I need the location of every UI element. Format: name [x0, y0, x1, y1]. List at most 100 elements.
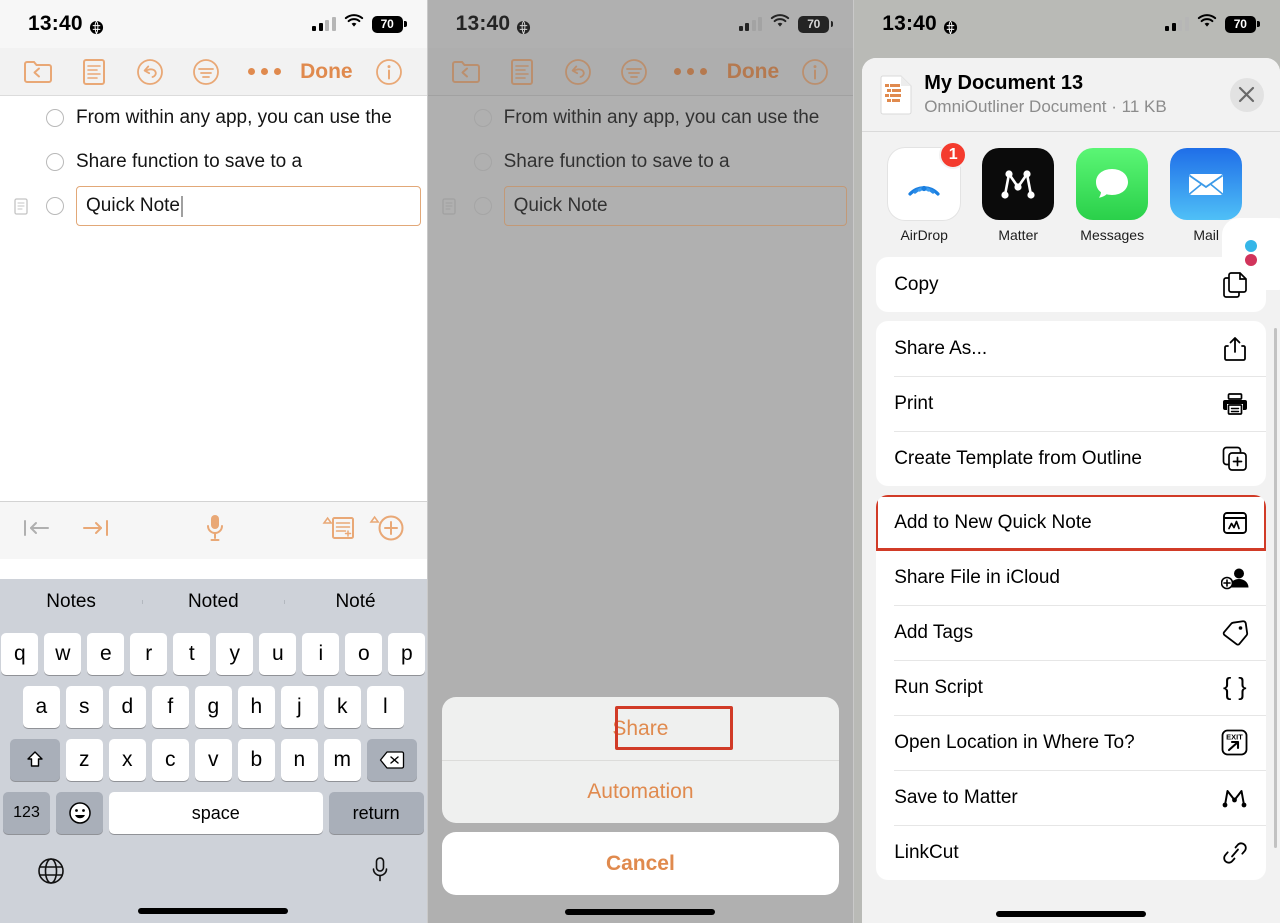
numbers-key[interactable]: 123: [3, 792, 50, 834]
microphone-icon[interactable]: [203, 512, 227, 549]
row-text-input[interactable]: Quick Note: [76, 186, 421, 226]
share-row-add-tags[interactable]: Add Tags: [876, 605, 1266, 660]
key-q[interactable]: q: [1, 633, 39, 675]
key-d[interactable]: d: [108, 686, 146, 728]
prediction-1[interactable]: Noted: [142, 591, 284, 613]
row-bullet[interactable]: [462, 109, 504, 127]
share-app-airdrop[interactable]: 1 AirDrop: [888, 141, 968, 243]
info-button[interactable]: [787, 52, 843, 92]
style-filter-button[interactable]: [178, 52, 234, 92]
globe-icon[interactable]: [36, 856, 66, 891]
row-text-input[interactable]: Quick Note: [503, 186, 848, 226]
share-app-messages[interactable]: Messages: [1076, 148, 1149, 243]
key-r[interactable]: r: [130, 633, 168, 675]
key-a[interactable]: a: [22, 686, 60, 728]
key-z[interactable]: z: [65, 739, 103, 781]
key-w[interactable]: w: [44, 633, 82, 675]
return-key[interactable]: return: [328, 792, 424, 834]
more-actions-button[interactable]: [663, 58, 719, 86]
key-h[interactable]: h: [237, 686, 275, 728]
scrollbar-thumb[interactable]: [1273, 328, 1277, 848]
key-b[interactable]: b: [237, 739, 275, 781]
outline-row-1[interactable]: From within any app, you can use the: [428, 96, 854, 140]
key-k[interactable]: k: [323, 686, 361, 728]
key-g[interactable]: g: [194, 686, 232, 728]
key-f[interactable]: f: [151, 686, 189, 728]
style-filter-button[interactable]: [606, 52, 662, 92]
share-row-create-template[interactable]: Create Template from Outline: [876, 431, 1266, 486]
emoji-icon[interactable]: [56, 792, 103, 834]
share-row-add-to-new-quick-note[interactable]: Add to New Quick Note: [876, 495, 1266, 550]
add-note-icon[interactable]: [321, 514, 355, 547]
share-sheet-group-1: Copy: [876, 257, 1266, 312]
outline-row-2[interactable]: Share function to save to a: [0, 140, 427, 184]
key-t[interactable]: t: [173, 633, 211, 675]
action-automation-button[interactable]: Automation: [441, 760, 840, 823]
row-bullet[interactable]: [34, 109, 76, 127]
key-j[interactable]: j: [280, 686, 318, 728]
key-m[interactable]: m: [323, 739, 361, 781]
action-share-button[interactable]: Share: [442, 697, 840, 760]
close-icon[interactable]: [1229, 77, 1264, 112]
microphone-icon[interactable]: [369, 856, 391, 891]
key-l[interactable]: l: [366, 686, 404, 728]
share-row-linkcut[interactable]: LinkCut: [876, 825, 1266, 880]
done-button[interactable]: Done: [719, 60, 788, 84]
key-u[interactable]: u: [259, 633, 297, 675]
done-button[interactable]: Done: [292, 60, 361, 84]
outline-row-1[interactable]: From within any app, you can use the: [0, 96, 427, 140]
outline-row-3-editing[interactable]: Quick Note: [428, 184, 848, 228]
share-row-run-script[interactable]: Run Script { }: [876, 660, 1266, 715]
row-note-handle-icon[interactable]: [436, 197, 462, 215]
key-c[interactable]: c: [151, 739, 189, 781]
matter-icon: [982, 148, 1055, 220]
share-app-matter[interactable]: Matter: [982, 148, 1055, 243]
action-cancel-button[interactable]: Cancel: [441, 832, 840, 895]
share-row-print[interactable]: Print: [876, 376, 1266, 431]
document-outline-button[interactable]: [66, 52, 122, 92]
key-x[interactable]: x: [108, 739, 146, 781]
space-key[interactable]: space: [109, 792, 323, 834]
outdent-icon[interactable]: [22, 517, 52, 544]
row-note-handle-icon[interactable]: [8, 197, 34, 215]
back-to-documents-button[interactable]: [438, 52, 494, 92]
panel-outline-editor: 13:40 70 Done From within any app, you c…: [0, 0, 427, 923]
share-row-share-file-in-icloud[interactable]: Share File in iCloud: [876, 550, 1266, 605]
home-indicator[interactable]: [995, 911, 1146, 917]
add-row-plus-icon[interactable]: [369, 513, 405, 548]
key-o[interactable]: o: [345, 633, 383, 675]
info-button[interactable]: [361, 52, 417, 92]
key-p[interactable]: p: [388, 633, 426, 675]
outline-row-3-editing[interactable]: Quick Note: [0, 184, 421, 228]
key-y[interactable]: y: [216, 633, 254, 675]
key-i[interactable]: i: [302, 633, 340, 675]
prediction-0[interactable]: Notes: [0, 591, 142, 613]
share-row-copy[interactable]: Copy: [876, 257, 1266, 312]
document-outline-button[interactable]: [494, 52, 550, 92]
prediction-2[interactable]: Noté: [284, 591, 426, 613]
row-bullet[interactable]: [462, 197, 504, 215]
share-row-open-location-in-where-to[interactable]: Open Location in Where To? EXIT: [876, 715, 1266, 770]
row-bullet[interactable]: [34, 197, 76, 215]
backspace-icon[interactable]: [366, 739, 417, 781]
key-e[interactable]: e: [87, 633, 125, 675]
back-to-documents-button[interactable]: [10, 52, 66, 92]
more-actions-button[interactable]: [236, 58, 292, 86]
home-indicator[interactable]: [138, 908, 289, 914]
accessory-middle-group: [110, 512, 321, 549]
key-v[interactable]: v: [194, 739, 232, 781]
share-row-save-to-matter[interactable]: Save to Matter: [876, 770, 1266, 825]
key-n[interactable]: n: [280, 739, 318, 781]
undo-button[interactable]: [122, 52, 178, 92]
key-s[interactable]: s: [65, 686, 103, 728]
clock-label: 13:40: [882, 12, 937, 35]
share-row-share-as[interactable]: Share As...: [876, 321, 1266, 376]
indent-icon[interactable]: [80, 517, 110, 544]
home-indicator[interactable]: [565, 909, 716, 915]
undo-button[interactable]: [550, 52, 606, 92]
clock-label: 13:40: [28, 12, 83, 35]
row-bullet[interactable]: [462, 153, 504, 171]
row-bullet[interactable]: [34, 153, 76, 171]
shift-icon[interactable]: [9, 739, 60, 781]
outline-row-2[interactable]: Share function to save to a: [428, 140, 854, 184]
